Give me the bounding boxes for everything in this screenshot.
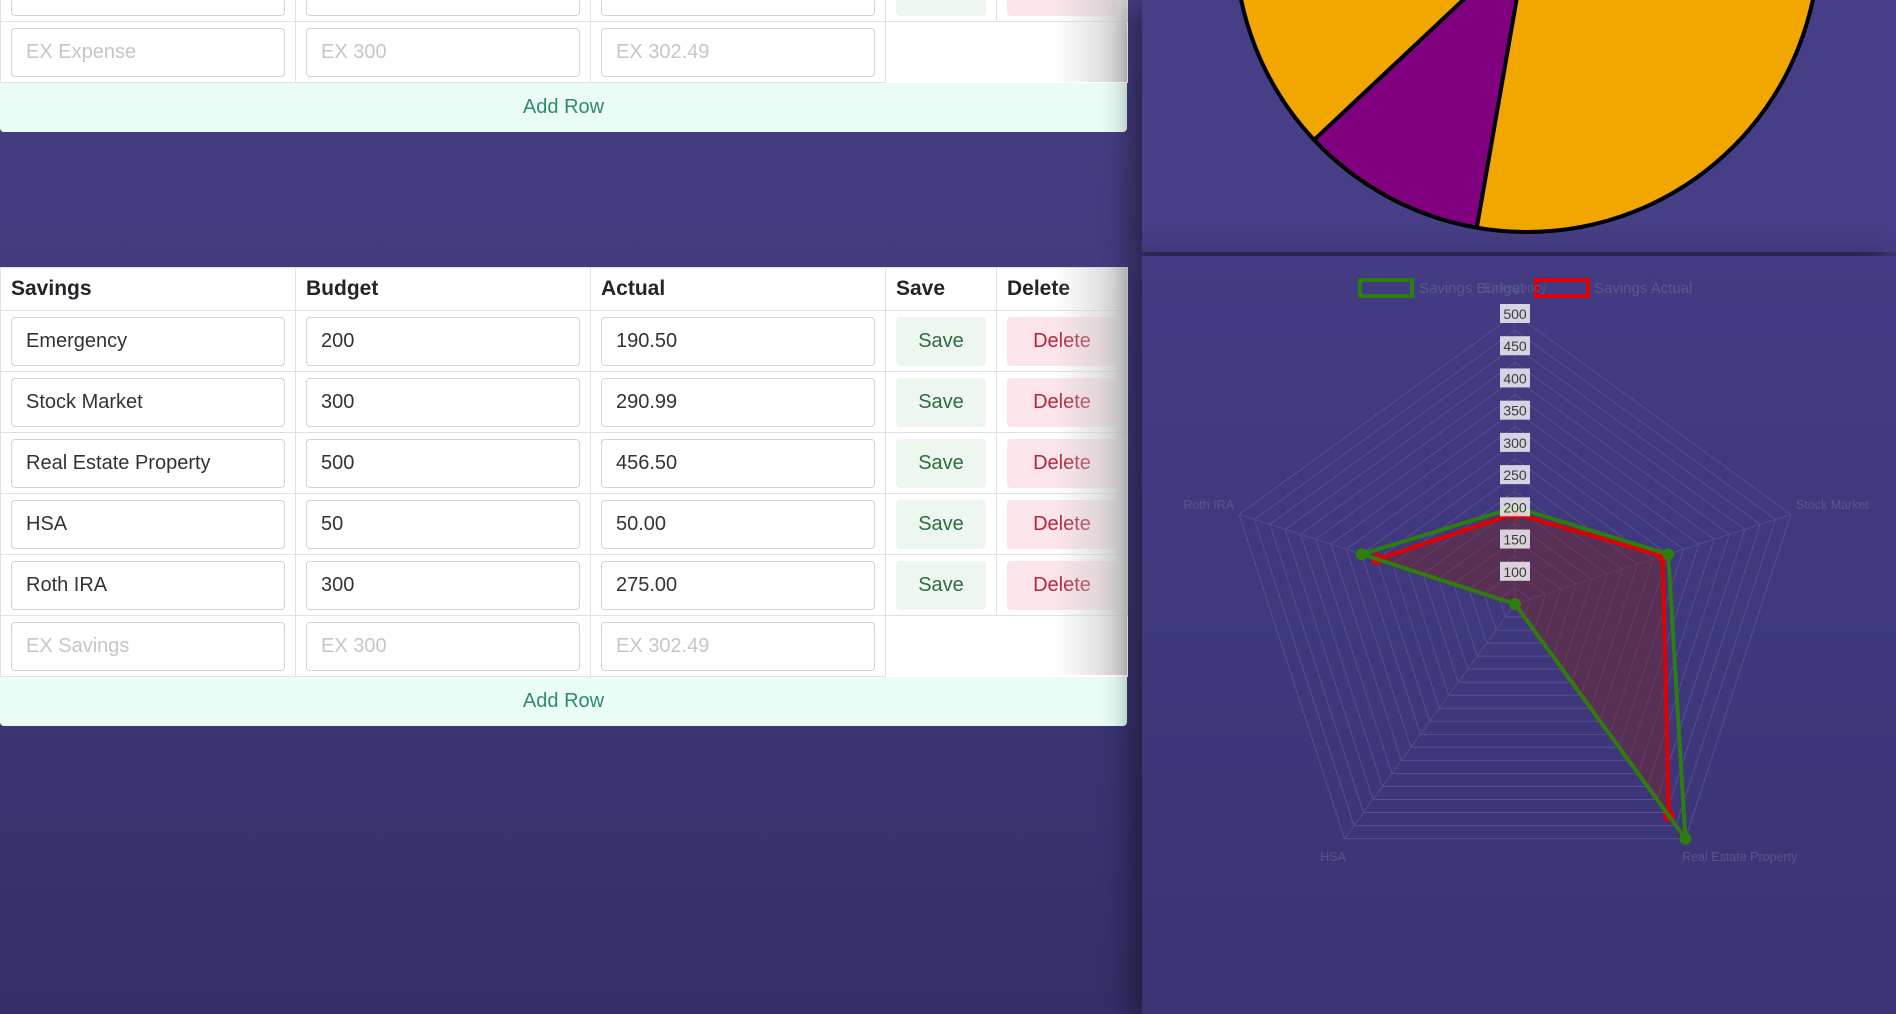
savings-actual-input[interactable] [601, 560, 875, 610]
savings-name-input[interactable] [11, 316, 285, 366]
empty-cell [885, 615, 1128, 677]
new-expense-name-input[interactable] [11, 27, 285, 77]
pie-chart [1235, 0, 1819, 234]
new-expense-row [0, 21, 1128, 83]
axis-label: Real Estate Property [1682, 850, 1798, 864]
new-savings-row [0, 615, 1128, 677]
column-header-delete: Delete [996, 267, 1128, 311]
table-header-row: Savings Budget Actual Save Delete [0, 267, 1128, 311]
new-expense-actual-input[interactable] [601, 27, 875, 77]
expense-table-section: Save Delete Add Row [0, 0, 1128, 132]
axis-label: Emergency [1483, 281, 1547, 295]
column-header-actual: Actual [590, 267, 886, 311]
tick-label: 350 [1503, 403, 1527, 419]
expense-actual-input[interactable] [601, 0, 875, 16]
expense-budget-input[interactable] [306, 0, 580, 16]
tick-label: 450 [1503, 338, 1527, 354]
radar-series [1355, 501, 1692, 845]
data-point[interactable] [1662, 548, 1675, 561]
legend-item-savings-actual[interactable]: Savings Actual [1534, 278, 1692, 298]
tick-label: 500 [1503, 306, 1527, 322]
savings-actual-input[interactable] [601, 499, 875, 549]
legend-swatch-budget [1358, 278, 1414, 298]
axis-label: Roth IRA [1183, 498, 1234, 512]
savings-radar-chart-panel: Savings Budget Savings Actual 100 150 200 2… [1142, 256, 1896, 1014]
savings-actual-input[interactable] [601, 438, 875, 488]
delete-button[interactable]: Delete [1007, 560, 1117, 610]
table-row: Save Delete [0, 310, 1128, 372]
add-expense-row-button[interactable]: Add Row [0, 83, 1127, 132]
savings-budget-input[interactable] [306, 316, 580, 366]
series-line-budget [1359, 505, 1688, 841]
savings-name-input[interactable] [11, 377, 285, 427]
add-savings-row-button[interactable]: Add Row [0, 677, 1127, 726]
savings-table-section: Savings Budget Actual Save Delete Save D… [0, 267, 1128, 726]
table-row: Save Delete [0, 554, 1128, 616]
pie-slice[interactable] [1235, 0, 1819, 234]
delete-button[interactable]: Delete [1007, 438, 1117, 488]
empty-cell [885, 21, 1128, 83]
savings-budget-input[interactable] [306, 377, 580, 427]
save-button[interactable]: Save [896, 377, 986, 427]
radar-tick-labels: 100 150 200 250 300 350 400 450 500 [1500, 304, 1530, 581]
savings-actual-input[interactable] [601, 316, 875, 366]
data-point[interactable] [1679, 832, 1692, 845]
savings-name-input[interactable] [11, 438, 285, 488]
table-row: Save Delete [0, 0, 1128, 22]
delete-button[interactable]: Delete [1007, 316, 1117, 366]
savings-actual-input[interactable] [601, 377, 875, 427]
data-point[interactable] [1509, 598, 1521, 610]
tick-label: 200 [1503, 499, 1527, 515]
save-button[interactable]: Save [896, 499, 986, 549]
tick-label: 400 [1503, 370, 1527, 386]
new-savings-name-input[interactable] [11, 621, 285, 671]
column-header-save: Save [885, 267, 997, 311]
expense-table: Save Delete [0, 0, 1128, 83]
savings-budget-input[interactable] [306, 560, 580, 610]
axis-label: Stock Market [1796, 498, 1869, 512]
radar-chart: Savings Budget Savings Actual 1001502002… [1183, 278, 1869, 864]
column-header-savings: Savings [0, 267, 296, 311]
savings-budget-input[interactable] [306, 438, 580, 488]
table-row: Save Delete [0, 493, 1128, 555]
savings-budget-input[interactable] [306, 499, 580, 549]
new-savings-budget-input[interactable] [306, 621, 580, 671]
axis-label: HSA [1320, 850, 1346, 864]
delete-button[interactable]: Delete [1007, 0, 1117, 16]
save-button[interactable]: Save [896, 560, 986, 610]
expense-pie-chart-panel [1142, 0, 1896, 252]
new-expense-budget-input[interactable] [306, 27, 580, 77]
save-button[interactable]: Save [896, 316, 986, 366]
tick-label: 150 [1503, 532, 1527, 548]
data-point[interactable] [1355, 548, 1368, 561]
expense-name-input[interactable] [11, 0, 285, 16]
new-savings-actual-input[interactable] [601, 621, 875, 671]
save-button[interactable]: Save [896, 438, 986, 488]
legend-label-actual: Savings Actual [1594, 280, 1692, 297]
table-row: Save Delete [0, 432, 1128, 494]
savings-name-input[interactable] [11, 560, 285, 610]
delete-button[interactable]: Delete [1007, 377, 1117, 427]
column-header-budget: Budget [295, 267, 591, 311]
savings-name-input[interactable] [11, 499, 285, 549]
table-row: Save Delete [0, 371, 1128, 433]
savings-table: Savings Budget Actual Save Delete Save D… [0, 267, 1128, 677]
tick-label: 300 [1503, 435, 1527, 451]
save-button[interactable]: Save [896, 0, 986, 16]
tick-label: 250 [1503, 467, 1527, 483]
delete-button[interactable]: Delete [1007, 499, 1117, 549]
tick-label: 100 [1503, 564, 1527, 580]
